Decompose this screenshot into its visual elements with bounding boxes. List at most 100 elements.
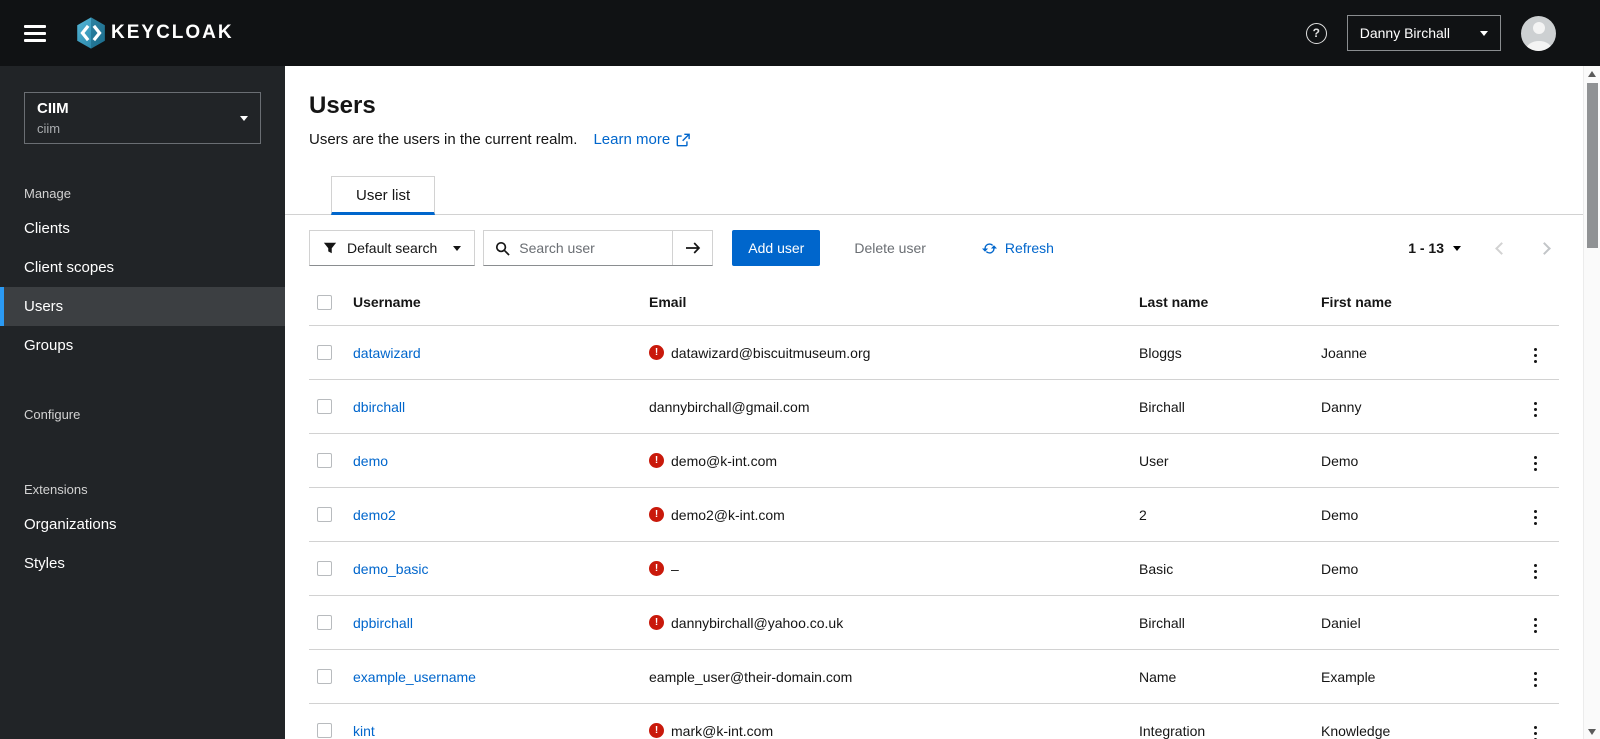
email-cell: ! dannybirchall@gmail.com [649,399,1123,415]
tab-user-list[interactable]: User list [331,176,436,215]
email-text: demo@k-int.com [671,452,778,469]
last-name-cell: Bloggs [1131,325,1313,380]
kebab-menu-button[interactable] [1530,668,1542,692]
last-name-cell: Name [1131,649,1313,704]
user-table-body: datawizard ! datawizard@biscuitmuseum.or… [309,325,1559,739]
first-name-cell: Joanne [1313,325,1503,380]
username-link[interactable]: demo_basic [353,561,429,577]
chevron-down-icon [453,245,462,251]
row-checkbox[interactable] [317,345,332,360]
username-link[interactable]: demo [353,453,388,469]
row-checkbox[interactable] [317,453,332,468]
arrow-right-icon [685,242,700,254]
chevron-down-icon [1453,245,1461,251]
select-all-checkbox[interactable] [317,294,332,310]
learn-more-label: Learn more [593,131,671,148]
email-warning-icon: ! [649,453,664,468]
nav-toggle-hamburger-icon[interactable] [24,24,46,42]
pagination-prev-button[interactable] [1495,239,1508,258]
sidebar-item-groups[interactable]: Groups [0,326,285,365]
page-title: Users [309,92,376,119]
username-link[interactable]: datawizard [353,345,421,361]
kebab-menu-button[interactable] [1530,344,1542,368]
email-warning-icon: ! [649,345,664,360]
pagination-nav [1495,239,1551,258]
last-name-cell: Basic [1131,541,1313,596]
table-header-row: Username Email Last name First name [309,279,1559,326]
sidebar-item-users[interactable]: Users [0,287,285,326]
keycloak-logo-icon [77,17,105,49]
kebab-menu-button[interactable] [1530,614,1542,638]
username-link[interactable]: kint [353,723,375,739]
kebab-menu-button[interactable] [1530,452,1542,476]
avatar[interactable] [1521,15,1556,51]
search-type-dropdown[interactable]: Default search [309,230,476,266]
toolbar: Default search Search user Add user Dele… [285,215,1583,279]
row-checkbox[interactable] [317,669,332,684]
learn-more-link[interactable]: Learn more [593,131,690,148]
row-checkbox[interactable] [317,399,332,414]
email-warning-icon: ! [649,615,664,630]
search-submit-button[interactable] [672,231,713,265]
search-group [483,230,714,266]
sidebar-item-styles[interactable]: Styles [0,544,285,583]
email-text: dannybirchall@yahoo.co.uk [671,614,844,631]
pagination: 1 - 13 [1408,239,1559,258]
email-text: demo2@k-int.com [671,506,785,523]
kebab-menu-button[interactable] [1530,506,1542,530]
email-text: – [671,560,679,577]
kebab-menu-button[interactable] [1530,398,1542,422]
filter-icon [323,242,337,254]
username-link[interactable]: demo2 [353,507,396,523]
sidebar-item-client-scopes[interactable]: Client scopes [0,248,285,287]
vertical-scrollbar[interactable] [1583,66,1600,739]
username-link[interactable]: dpbirchall [353,615,413,631]
search-input[interactable] [510,231,673,265]
user-table-row: demo_basic ! – Basic Demo [309,541,1559,596]
page-description: Users are the users in the current realm… [309,131,578,148]
row-checkbox[interactable] [317,723,332,738]
email-text: mark@k-int.com [671,722,774,739]
pagination-next-button[interactable] [1538,239,1551,258]
first-name-cell: Demo [1313,433,1503,488]
first-name-cell: Knowledge [1313,703,1503,739]
email-warning-icon: ! [649,507,664,522]
delete-user-button[interactable]: Delete user [838,230,942,266]
email-cell: ! demo2@k-int.com [649,507,1123,523]
app-root: KEYCLOAK ? Danny Birchall CIIM ciim Mana… [0,0,1600,739]
scrollbar-thumb[interactable] [1586,83,1598,248]
refresh-label: Refresh [1004,240,1054,256]
chevron-left-icon [1495,241,1508,255]
column-header-first-name: First name [1313,279,1503,326]
row-checkbox[interactable] [317,561,332,576]
realm-name: CIIM [37,100,69,117]
scrollbar-up-arrow-icon[interactable] [1584,66,1600,81]
brand-logo[interactable]: KEYCLOAK [72,14,234,52]
refresh-button[interactable]: Refresh [981,240,1054,256]
kebab-menu-button[interactable] [1530,722,1542,739]
realm-switcher[interactable]: CIIM ciim [24,92,261,144]
help-icon[interactable]: ? [1305,22,1327,44]
sidebar-item-clients[interactable]: Clients [0,209,285,248]
page-header: Users Users are the users in the current… [285,66,1583,148]
email-cell: ! datawizard@biscuitmuseum.org [649,345,1123,361]
user-table-row: dpbirchall ! dannybirchall@yahoo.co.uk B… [309,595,1559,650]
page-description-row: Users are the users in the current realm… [309,131,1559,148]
pagination-range-dropdown[interactable]: 1 - 13 [1408,240,1461,256]
user-menu-dropdown[interactable]: Danny Birchall [1346,15,1501,51]
main-content: Users Users are the users in the current… [285,66,1583,739]
kebab-menu-button[interactable] [1530,560,1542,584]
row-checkbox[interactable] [317,507,332,522]
row-checkbox[interactable] [317,615,332,630]
username-link[interactable]: example_username [353,669,476,685]
external-link-icon [676,133,690,146]
user-menu-label: Danny Birchall [1359,25,1450,41]
user-table-row: datawizard ! datawizard@biscuitmuseum.or… [309,325,1559,380]
user-table-row: kint ! mark@k-int.com Integration Knowle… [309,703,1559,739]
add-user-button[interactable]: Add user [732,230,821,266]
username-link[interactable]: dbirchall [353,399,405,415]
scrollbar-down-arrow-icon[interactable] [1584,724,1600,739]
column-header-email: Email [641,279,1131,326]
column-header-username: Username [345,279,641,326]
sidebar-item-organizations[interactable]: Organizations [0,505,285,544]
